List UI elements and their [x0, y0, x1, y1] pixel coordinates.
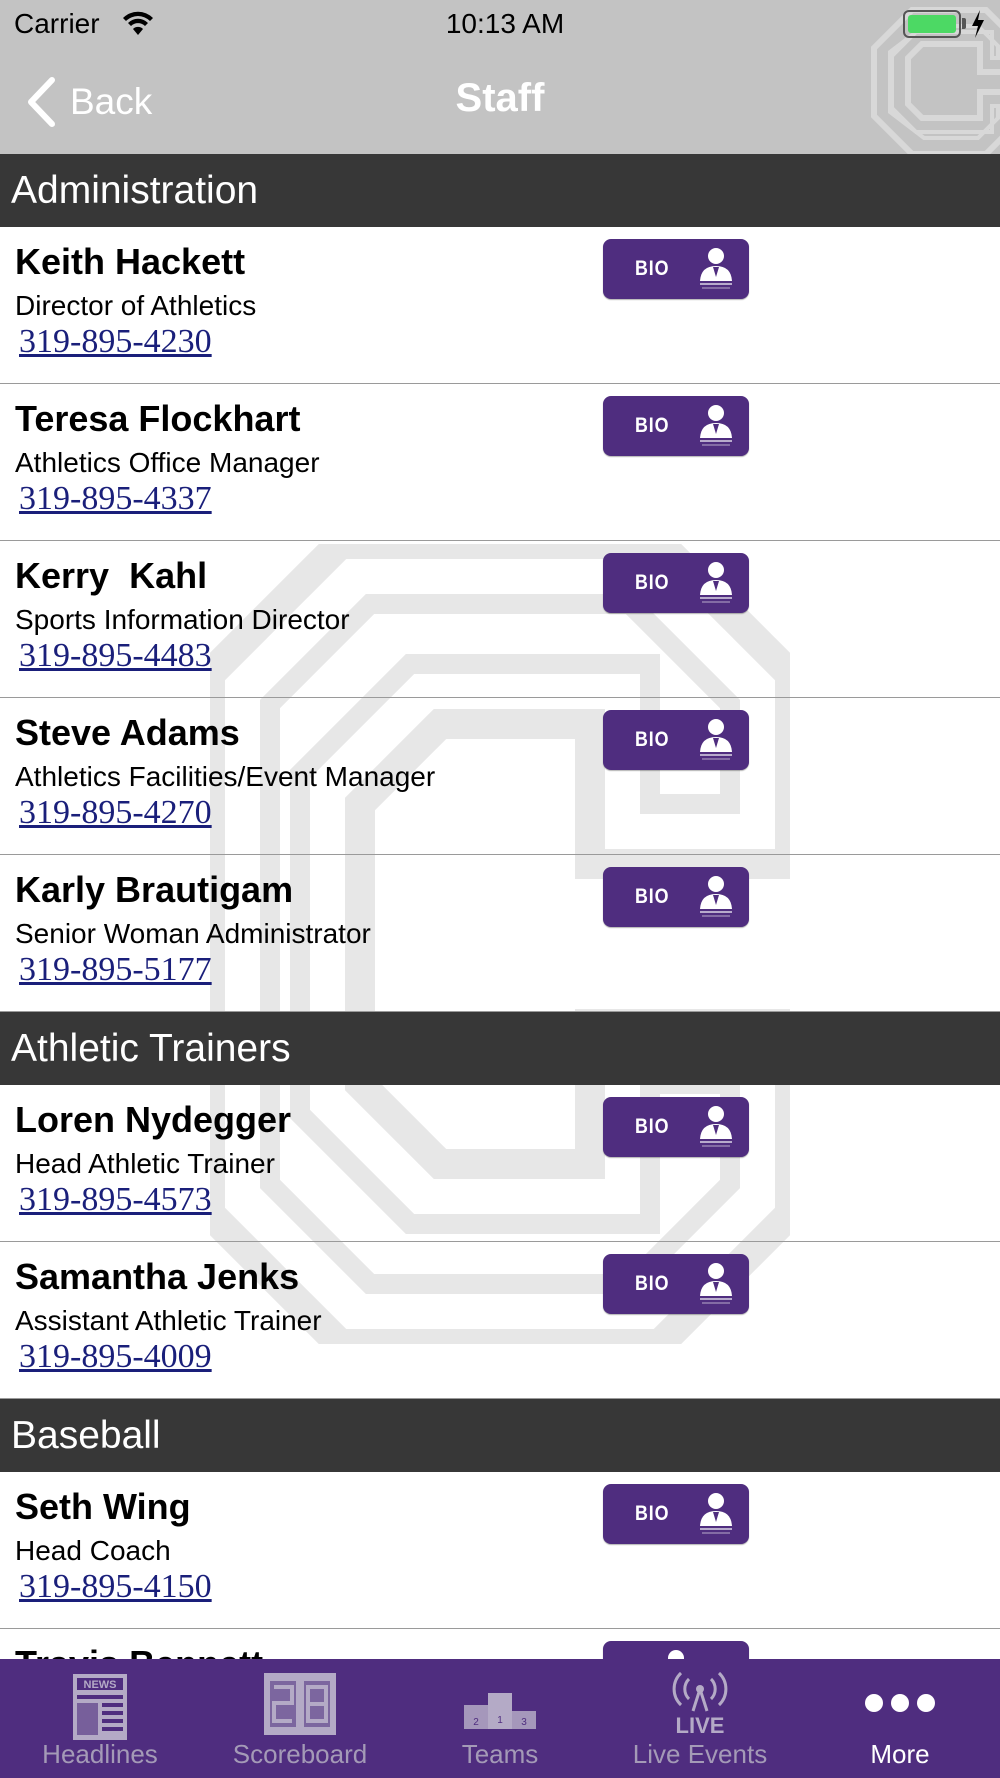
staff-title: Senior Woman Administrator	[15, 918, 371, 949]
person-icon	[700, 405, 733, 446]
svg-text:LIVE: LIVE	[676, 1713, 725, 1735]
phone-link[interactable]: 319-895-4573	[19, 1181, 212, 1219]
staff-name: Seth Wing	[15, 1486, 191, 1527]
staff-list[interactable]: Administration Keith Hackett Director of A…	[0, 154, 1000, 1659]
phone-link[interactable]: 319-895-4270	[19, 794, 212, 832]
bio-label: BIO	[635, 728, 670, 751]
svg-text:2: 2	[473, 1717, 479, 1728]
tab-teams[interactable]: 1 2 3 Teams	[400, 1659, 600, 1778]
tab-label: Headlines	[42, 1739, 158, 1769]
section-header: Athletic Trainers	[0, 1012, 1000, 1085]
navigation-bar: Carrier 10:13 AM Back Staff	[0, 0, 1000, 154]
person-icon	[700, 876, 733, 917]
charging-bolt-icon	[972, 10, 984, 38]
phone-link[interactable]: 319-895-4150	[19, 1568, 212, 1606]
bio-button[interactable]: BIO	[603, 867, 749, 927]
person-icon	[700, 1263, 733, 1304]
tab-bar: NEWS Headlines Scoreboard 1 2 3 Teams LI…	[0, 1659, 1000, 1778]
bio-label: BIO	[635, 1502, 670, 1525]
staff-title: Head Coach	[15, 1535, 171, 1566]
svg-text:1: 1	[497, 1715, 503, 1726]
bio-label: BIO	[635, 1272, 670, 1295]
bio-button[interactable]: BIO	[603, 710, 749, 770]
tab-label: Scoreboard	[232, 1739, 368, 1769]
live-broadcast-icon: LIVE	[672, 1671, 728, 1735]
tab-scoreboard[interactable]: Scoreboard	[200, 1659, 400, 1778]
tab-live-events[interactable]: LIVE Live Events	[600, 1659, 800, 1778]
status-time: 10:13 AM	[445, 8, 565, 39]
bio-button[interactable]: BIO	[603, 396, 749, 456]
phone-link[interactable]: 319-895-4483	[19, 637, 212, 675]
staff-row: Keith Hackett Director of Athletics 319-89…	[0, 227, 1000, 384]
svg-text:3: 3	[521, 1717, 527, 1728]
person-icon	[700, 719, 733, 760]
battery-icon	[903, 10, 961, 38]
staff-row: Seth Wing Head Coach 319-895-4150 BIO	[0, 1472, 1000, 1629]
tab-label: More	[870, 1739, 930, 1769]
newspaper-icon: NEWS	[73, 1674, 127, 1740]
staff-row: Karly Brautigam Senior Woman Administrato…	[0, 855, 1000, 1012]
tab-more[interactable]: More	[800, 1659, 1000, 1778]
bio-label: BIO	[635, 414, 670, 437]
staff-title: Assistant Athletic Trainer	[15, 1305, 322, 1336]
bio-label: BIO	[635, 571, 670, 594]
page-title: Staff	[455, 76, 545, 120]
staff-title: Director of Athletics	[15, 290, 257, 321]
staff-name: Kerry Kahl	[15, 555, 208, 596]
bio-label: BIO	[635, 885, 670, 908]
bio-button[interactable]: BIO	[603, 1484, 749, 1544]
staff-name: Keith Hackett	[15, 241, 246, 282]
tab-label: Teams	[461, 1739, 539, 1769]
staff-name: Samantha Jenks	[15, 1256, 300, 1297]
staff-row: Loren Nydegger Head Athletic Trainer 319-8…	[0, 1085, 1000, 1242]
staff-title: Sports Information Director	[15, 604, 350, 635]
bio-button[interactable]: BIO	[603, 1097, 749, 1157]
bio-label: BIO	[635, 1115, 670, 1138]
staff-title: Athletics Facilities/Event Manager	[15, 761, 436, 792]
phone-link[interactable]: 319-895-5177	[19, 951, 212, 989]
phone-link[interactable]: 319-895-4337	[19, 480, 212, 518]
tab-headlines[interactable]: NEWS Headlines	[0, 1659, 200, 1778]
bio-button[interactable]: BIO	[603, 239, 749, 299]
staff-row: Samantha Jenks Assistant Athletic Trainer…	[0, 1242, 1000, 1399]
person-icon	[700, 562, 733, 603]
bio-button[interactable]: BIO	[603, 553, 749, 613]
section-header: Baseball	[0, 1399, 1000, 1472]
section-header: Administration	[0, 154, 1000, 227]
scoreboard-icon	[264, 1673, 336, 1735]
staff-name: Travis Bennett	[15, 1643, 263, 1659]
staff-row: Kerry Kahl Sports Information Director 319…	[0, 541, 1000, 698]
svg-text:NEWS: NEWS	[84, 1679, 117, 1691]
bio-button[interactable]	[603, 1641, 749, 1659]
podium-icon: 1 2 3	[464, 1693, 536, 1729]
status-bar: Carrier 10:13 AM	[0, 0, 1000, 50]
staff-row: Teresa Flockhart Athletics Office Manager…	[0, 384, 1000, 541]
phone-link[interactable]: 319-895-4009	[19, 1338, 212, 1376]
bio-button[interactable]: BIO	[603, 1254, 749, 1314]
staff-name: Karly Brautigam	[15, 869, 294, 910]
tab-label: Live Events	[632, 1739, 768, 1769]
person-icon	[700, 1106, 733, 1147]
staff-row: Steve Adams Athletics Facilities/Event Ma…	[0, 698, 1000, 855]
staff-row: Travis Bennett	[0, 1629, 1000, 1659]
staff-name: Steve Adams	[15, 712, 240, 753]
person-icon	[700, 1493, 733, 1534]
staff-name: Teresa Flockhart	[15, 398, 301, 439]
person-icon	[668, 1650, 684, 1659]
staff-name: Loren Nydegger	[15, 1099, 292, 1140]
person-icon	[700, 248, 733, 289]
battery-cap	[962, 18, 966, 29]
bio-label: BIO	[635, 257, 670, 280]
more-dots-icon	[865, 1694, 935, 1712]
staff-title: Head Athletic Trainer	[15, 1148, 275, 1179]
staff-title: Athletics Office Manager	[15, 447, 320, 478]
phone-link[interactable]: 319-895-4230	[19, 323, 212, 361]
